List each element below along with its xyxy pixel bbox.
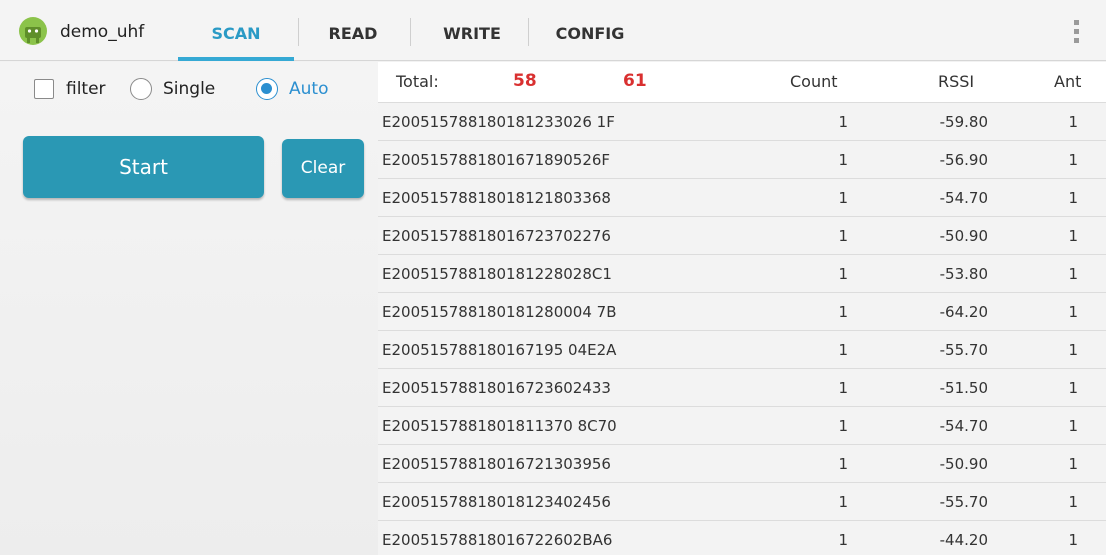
ant-cell: 1 xyxy=(1068,265,1078,283)
table-row[interactable]: E200515788180181233026 1F 1 -59.80 1 xyxy=(378,102,1106,140)
rssi-cell: -64.20 xyxy=(939,303,988,321)
total-count-2: 61 xyxy=(623,71,647,91)
ant-cell: 1 xyxy=(1068,379,1078,397)
table-row[interactable]: E20051578818016721303956 1 -50.90 1 xyxy=(378,444,1106,482)
single-radio[interactable] xyxy=(130,78,152,100)
column-header-rssi: RSSI xyxy=(938,72,975,91)
table-row[interactable]: E2005157881801811370 8C70 1 -54.70 1 xyxy=(378,406,1106,444)
epc-cell: E20051578818018123402456 xyxy=(382,493,611,511)
tag-table: Total: 58 61 Count RSSI Ant E20051578818… xyxy=(378,62,1106,555)
start-button[interactable]: Start xyxy=(23,136,264,198)
count-cell: 1 xyxy=(838,455,848,473)
count-cell: 1 xyxy=(838,113,848,131)
epc-cell: E2005157881801671890526F xyxy=(382,151,611,169)
epc-cell: E20051578818018121803368 xyxy=(382,189,611,207)
epc-cell: E200515788180181280004 7B xyxy=(382,303,617,321)
auto-radio[interactable] xyxy=(256,78,278,100)
epc-cell: E20051578818016723702276 xyxy=(382,227,611,245)
table-row[interactable]: E200515788180167195 04E2A 1 -55.70 1 xyxy=(378,330,1106,368)
table-row[interactable]: E20051578818016723602433 1 -51.50 1 xyxy=(378,368,1106,406)
rssi-cell: -54.70 xyxy=(939,189,988,207)
count-cell: 1 xyxy=(838,303,848,321)
table-row[interactable]: E200515788180181280004 7B 1 -64.20 1 xyxy=(378,292,1106,330)
rssi-cell: -56.90 xyxy=(939,151,988,169)
rssi-cell: -51.50 xyxy=(939,379,988,397)
count-cell: 1 xyxy=(838,531,848,549)
filter-label: filter xyxy=(66,79,106,99)
control-panel: filter Single Auto Start Clear xyxy=(0,62,378,555)
ant-cell: 1 xyxy=(1068,113,1078,131)
total-label: Total: xyxy=(396,72,439,91)
rssi-cell: -55.70 xyxy=(939,341,988,359)
tab-write[interactable]: WRITE xyxy=(420,0,524,61)
overflow-menu-icon[interactable] xyxy=(1074,20,1080,44)
rssi-cell: -50.90 xyxy=(939,455,988,473)
table-row[interactable]: E20051578818016723702276 1 -50.90 1 xyxy=(378,216,1106,254)
tab-divider xyxy=(528,18,529,46)
filter-checkbox[interactable] xyxy=(34,79,54,99)
count-cell: 1 xyxy=(838,493,848,511)
ant-cell: 1 xyxy=(1068,151,1078,169)
app-title: demo_uhf xyxy=(60,22,145,42)
tab-config[interactable]: CONFIG xyxy=(536,0,644,61)
count-cell: 1 xyxy=(838,417,848,435)
count-cell: 1 xyxy=(838,341,848,359)
table-row[interactable]: E200515788180181228028C1 1 -53.80 1 xyxy=(378,254,1106,292)
count-cell: 1 xyxy=(838,379,848,397)
ant-cell: 1 xyxy=(1068,189,1078,207)
epc-cell: E2005157881801811370 8C70 xyxy=(382,417,617,435)
count-cell: 1 xyxy=(838,151,848,169)
table-row[interactable]: E20051578818018123402456 1 -55.70 1 xyxy=(378,482,1106,520)
rssi-cell: -54.70 xyxy=(939,417,988,435)
table-row[interactable]: E20051578818016722602BA6 1 -44.20 1 xyxy=(378,520,1106,555)
ant-cell: 1 xyxy=(1068,341,1078,359)
table-row[interactable]: E20051578818018121803368 1 -54.70 1 xyxy=(378,178,1106,216)
column-header-ant: Ant xyxy=(1054,72,1082,91)
ant-cell: 1 xyxy=(1068,455,1078,473)
auto-label: Auto xyxy=(289,79,329,99)
ant-cell: 1 xyxy=(1068,303,1078,321)
count-cell: 1 xyxy=(838,227,848,245)
ant-cell: 1 xyxy=(1068,531,1078,549)
tab-scan[interactable]: SCAN xyxy=(178,0,294,61)
epc-cell: E20051578818016722602BA6 xyxy=(382,531,613,549)
table-row[interactable]: E2005157881801671890526F 1 -56.90 1 xyxy=(378,140,1106,178)
ant-cell: 1 xyxy=(1068,227,1078,245)
android-app-icon xyxy=(19,17,47,45)
single-label: Single xyxy=(163,79,216,99)
column-header-count: Count xyxy=(790,72,838,91)
table-header: Total: 58 61 Count RSSI Ant xyxy=(378,62,1106,102)
epc-cell: E200515788180181228028C1 xyxy=(382,265,612,283)
epc-cell: E200515788180167195 04E2A xyxy=(382,341,617,359)
ant-cell: 1 xyxy=(1068,493,1078,511)
epc-cell: E20051578818016721303956 xyxy=(382,455,611,473)
rssi-cell: -59.80 xyxy=(939,113,988,131)
action-bar: demo_uhf SCAN READ WRITE CONFIG xyxy=(0,0,1106,61)
epc-cell: E20051578818016723602433 xyxy=(382,379,611,397)
rssi-cell: -50.90 xyxy=(939,227,988,245)
tab-read[interactable]: READ xyxy=(308,0,398,61)
tab-divider xyxy=(298,18,299,46)
epc-cell: E200515788180181233026 1F xyxy=(382,113,615,131)
ant-cell: 1 xyxy=(1068,417,1078,435)
total-count-1: 58 xyxy=(513,71,537,91)
tab-divider xyxy=(410,18,411,46)
clear-button[interactable]: Clear xyxy=(282,139,364,198)
rssi-cell: -44.20 xyxy=(939,531,988,549)
count-cell: 1 xyxy=(838,265,848,283)
rssi-cell: -53.80 xyxy=(939,265,988,283)
count-cell: 1 xyxy=(838,189,848,207)
rssi-cell: -55.70 xyxy=(939,493,988,511)
